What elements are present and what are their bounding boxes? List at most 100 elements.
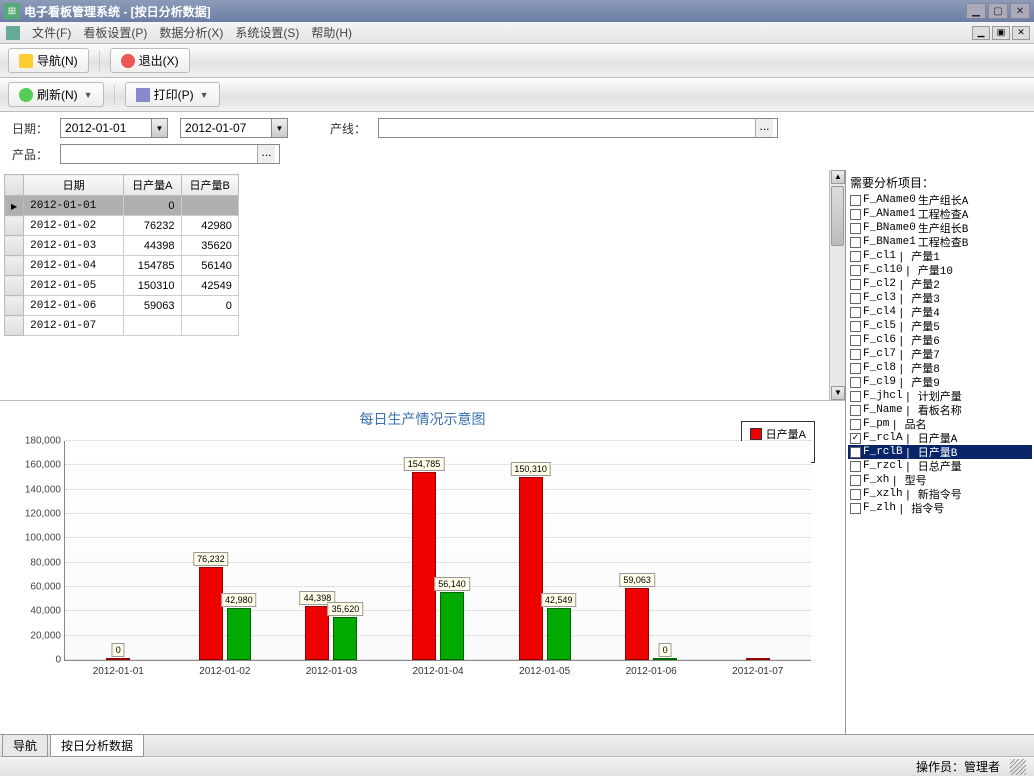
row-header[interactable] bbox=[5, 196, 24, 216]
checkbox[interactable] bbox=[850, 461, 861, 472]
cell-b[interactable]: 35620 bbox=[181, 236, 238, 256]
cell-b[interactable] bbox=[181, 316, 238, 336]
table-row[interactable]: 2012-01-0415478556140 bbox=[5, 256, 239, 276]
checkbox[interactable] bbox=[850, 195, 861, 206]
data-grid[interactable]: 日期日产量A日产量B2012-01-0102012-01-02762324298… bbox=[4, 174, 239, 336]
cell-a[interactable] bbox=[124, 316, 181, 336]
checklist-item[interactable]: F_cl1 | 产量1 bbox=[848, 249, 1032, 263]
mdi-minimize-button[interactable]: ▁ bbox=[972, 26, 990, 40]
field-checklist[interactable]: F_AName0 生产组长AF_AName1 工程检查AF_BName0 生产组… bbox=[848, 193, 1032, 515]
line-input[interactable]: ... bbox=[378, 118, 778, 138]
checkbox[interactable] bbox=[850, 251, 861, 262]
checklist-item[interactable]: F_Name | 看板名称 bbox=[848, 403, 1032, 417]
checklist-item[interactable]: F_pm | 品名 bbox=[848, 417, 1032, 431]
table-row[interactable]: 2012-01-010 bbox=[5, 196, 239, 216]
close-button[interactable]: ✕ bbox=[1010, 3, 1030, 19]
menu-file[interactable]: 文件(F) bbox=[32, 24, 71, 41]
cell-date[interactable]: 2012-01-03 bbox=[24, 236, 124, 256]
cell-b[interactable] bbox=[181, 196, 238, 216]
checkbox[interactable] bbox=[850, 419, 861, 430]
checklist-item[interactable]: F_jhcl | 计划产量 bbox=[848, 389, 1032, 403]
browse-button[interactable]: ... bbox=[257, 145, 275, 163]
app-menu-icon[interactable] bbox=[6, 26, 20, 40]
dropdown-icon[interactable]: ▼ bbox=[151, 119, 167, 137]
date-from-input[interactable] bbox=[61, 119, 151, 137]
cell-a[interactable]: 150310 bbox=[124, 276, 181, 296]
exit-button[interactable]: 退出(X) bbox=[110, 48, 190, 73]
col-header[interactable]: 日期 bbox=[24, 175, 124, 196]
date-from-combo[interactable]: ▼ bbox=[60, 118, 168, 138]
mdi-restore-button[interactable]: ▣ bbox=[992, 26, 1010, 40]
cell-b[interactable]: 0 bbox=[181, 296, 238, 316]
checkbox[interactable] bbox=[850, 335, 861, 346]
row-header[interactable] bbox=[5, 296, 24, 316]
maximize-button[interactable]: ▢ bbox=[988, 3, 1008, 19]
table-row[interactable]: 2012-01-07 bbox=[5, 316, 239, 336]
checkbox[interactable] bbox=[850, 223, 861, 234]
cell-a[interactable]: 154785 bbox=[124, 256, 181, 276]
checkbox[interactable]: ✓ bbox=[850, 433, 861, 444]
table-row[interactable]: 2012-01-06590630 bbox=[5, 296, 239, 316]
checklist-item[interactable]: F_xzlh | 新指令号 bbox=[848, 487, 1032, 501]
table-row[interactable]: 2012-01-0515031042549 bbox=[5, 276, 239, 296]
mdi-close-button[interactable]: ✕ bbox=[1012, 26, 1030, 40]
checkbox[interactable] bbox=[850, 503, 861, 514]
nav-button[interactable]: 导航(N) bbox=[8, 48, 89, 73]
tab-nav[interactable]: 导航 bbox=[2, 734, 48, 757]
col-header[interactable]: 日产量A bbox=[124, 175, 181, 196]
cell-a[interactable]: 44398 bbox=[124, 236, 181, 256]
row-header[interactable] bbox=[5, 276, 24, 296]
checkbox[interactable] bbox=[850, 349, 861, 360]
vertical-scrollbar[interactable]: ▲ ▼ bbox=[829, 170, 845, 400]
scroll-down-button[interactable]: ▼ bbox=[831, 386, 845, 400]
checkbox[interactable] bbox=[850, 377, 861, 388]
row-header[interactable] bbox=[5, 216, 24, 236]
row-header[interactable] bbox=[5, 316, 24, 336]
checklist-item[interactable]: ✓F_rclB | 日产量B bbox=[848, 445, 1032, 459]
checklist-item[interactable]: F_cl2 | 产量2 bbox=[848, 277, 1032, 291]
scroll-thumb[interactable] bbox=[831, 186, 844, 246]
minimize-button[interactable]: ▁ bbox=[966, 3, 986, 19]
menu-help[interactable]: 帮助(H) bbox=[311, 24, 352, 41]
checklist-item[interactable]: F_cl9 | 产量9 bbox=[848, 375, 1032, 389]
checkbox[interactable] bbox=[850, 209, 861, 220]
refresh-button[interactable]: 刷新(N) ▼ bbox=[8, 82, 104, 107]
checklist-item[interactable]: F_cl8 | 产量8 bbox=[848, 361, 1032, 375]
checklist-item[interactable]: F_AName1 工程检查A bbox=[848, 207, 1032, 221]
menu-board[interactable]: 看板设置(P) bbox=[83, 24, 147, 41]
checklist-item[interactable]: F_xh | 型号 bbox=[848, 473, 1032, 487]
cell-a[interactable]: 76232 bbox=[124, 216, 181, 236]
table-row[interactable]: 2012-01-027623242980 bbox=[5, 216, 239, 236]
checklist-item[interactable]: F_BName0 生产组长B bbox=[848, 221, 1032, 235]
tab-daily-analysis[interactable]: 按日分析数据 bbox=[50, 734, 144, 757]
product-input[interactable]: ... bbox=[60, 144, 280, 164]
col-header[interactable]: 日产量B bbox=[181, 175, 238, 196]
checkbox[interactable] bbox=[850, 363, 861, 374]
checklist-item[interactable]: F_cl3 | 产量3 bbox=[848, 291, 1032, 305]
checklist-item[interactable]: F_cl5 | 产量5 bbox=[848, 319, 1032, 333]
cell-a[interactable]: 0 bbox=[124, 196, 181, 216]
row-header[interactable] bbox=[5, 256, 24, 276]
checkbox[interactable]: ✓ bbox=[850, 447, 861, 458]
row-header[interactable] bbox=[5, 236, 24, 256]
checklist-item[interactable]: F_cl6 | 产量6 bbox=[848, 333, 1032, 347]
checkbox[interactable] bbox=[850, 391, 861, 402]
resize-grip[interactable] bbox=[1010, 759, 1026, 775]
table-row[interactable]: 2012-01-034439835620 bbox=[5, 236, 239, 256]
checklist-item[interactable]: F_BName1 工程检查B bbox=[848, 235, 1032, 249]
checkbox[interactable] bbox=[850, 307, 861, 318]
checkbox[interactable] bbox=[850, 265, 861, 276]
cell-date[interactable]: 2012-01-05 bbox=[24, 276, 124, 296]
cell-date[interactable]: 2012-01-02 bbox=[24, 216, 124, 236]
checkbox[interactable] bbox=[850, 293, 861, 304]
cell-b[interactable]: 42549 bbox=[181, 276, 238, 296]
date-to-combo[interactable]: ▼ bbox=[180, 118, 288, 138]
checkbox[interactable] bbox=[850, 475, 861, 486]
cell-a[interactable]: 59063 bbox=[124, 296, 181, 316]
cell-b[interactable]: 42980 bbox=[181, 216, 238, 236]
cell-date[interactable]: 2012-01-07 bbox=[24, 316, 124, 336]
cell-date[interactable]: 2012-01-01 bbox=[24, 196, 124, 216]
checkbox[interactable] bbox=[850, 237, 861, 248]
checkbox[interactable] bbox=[850, 279, 861, 290]
menu-system[interactable]: 系统设置(S) bbox=[235, 24, 299, 41]
